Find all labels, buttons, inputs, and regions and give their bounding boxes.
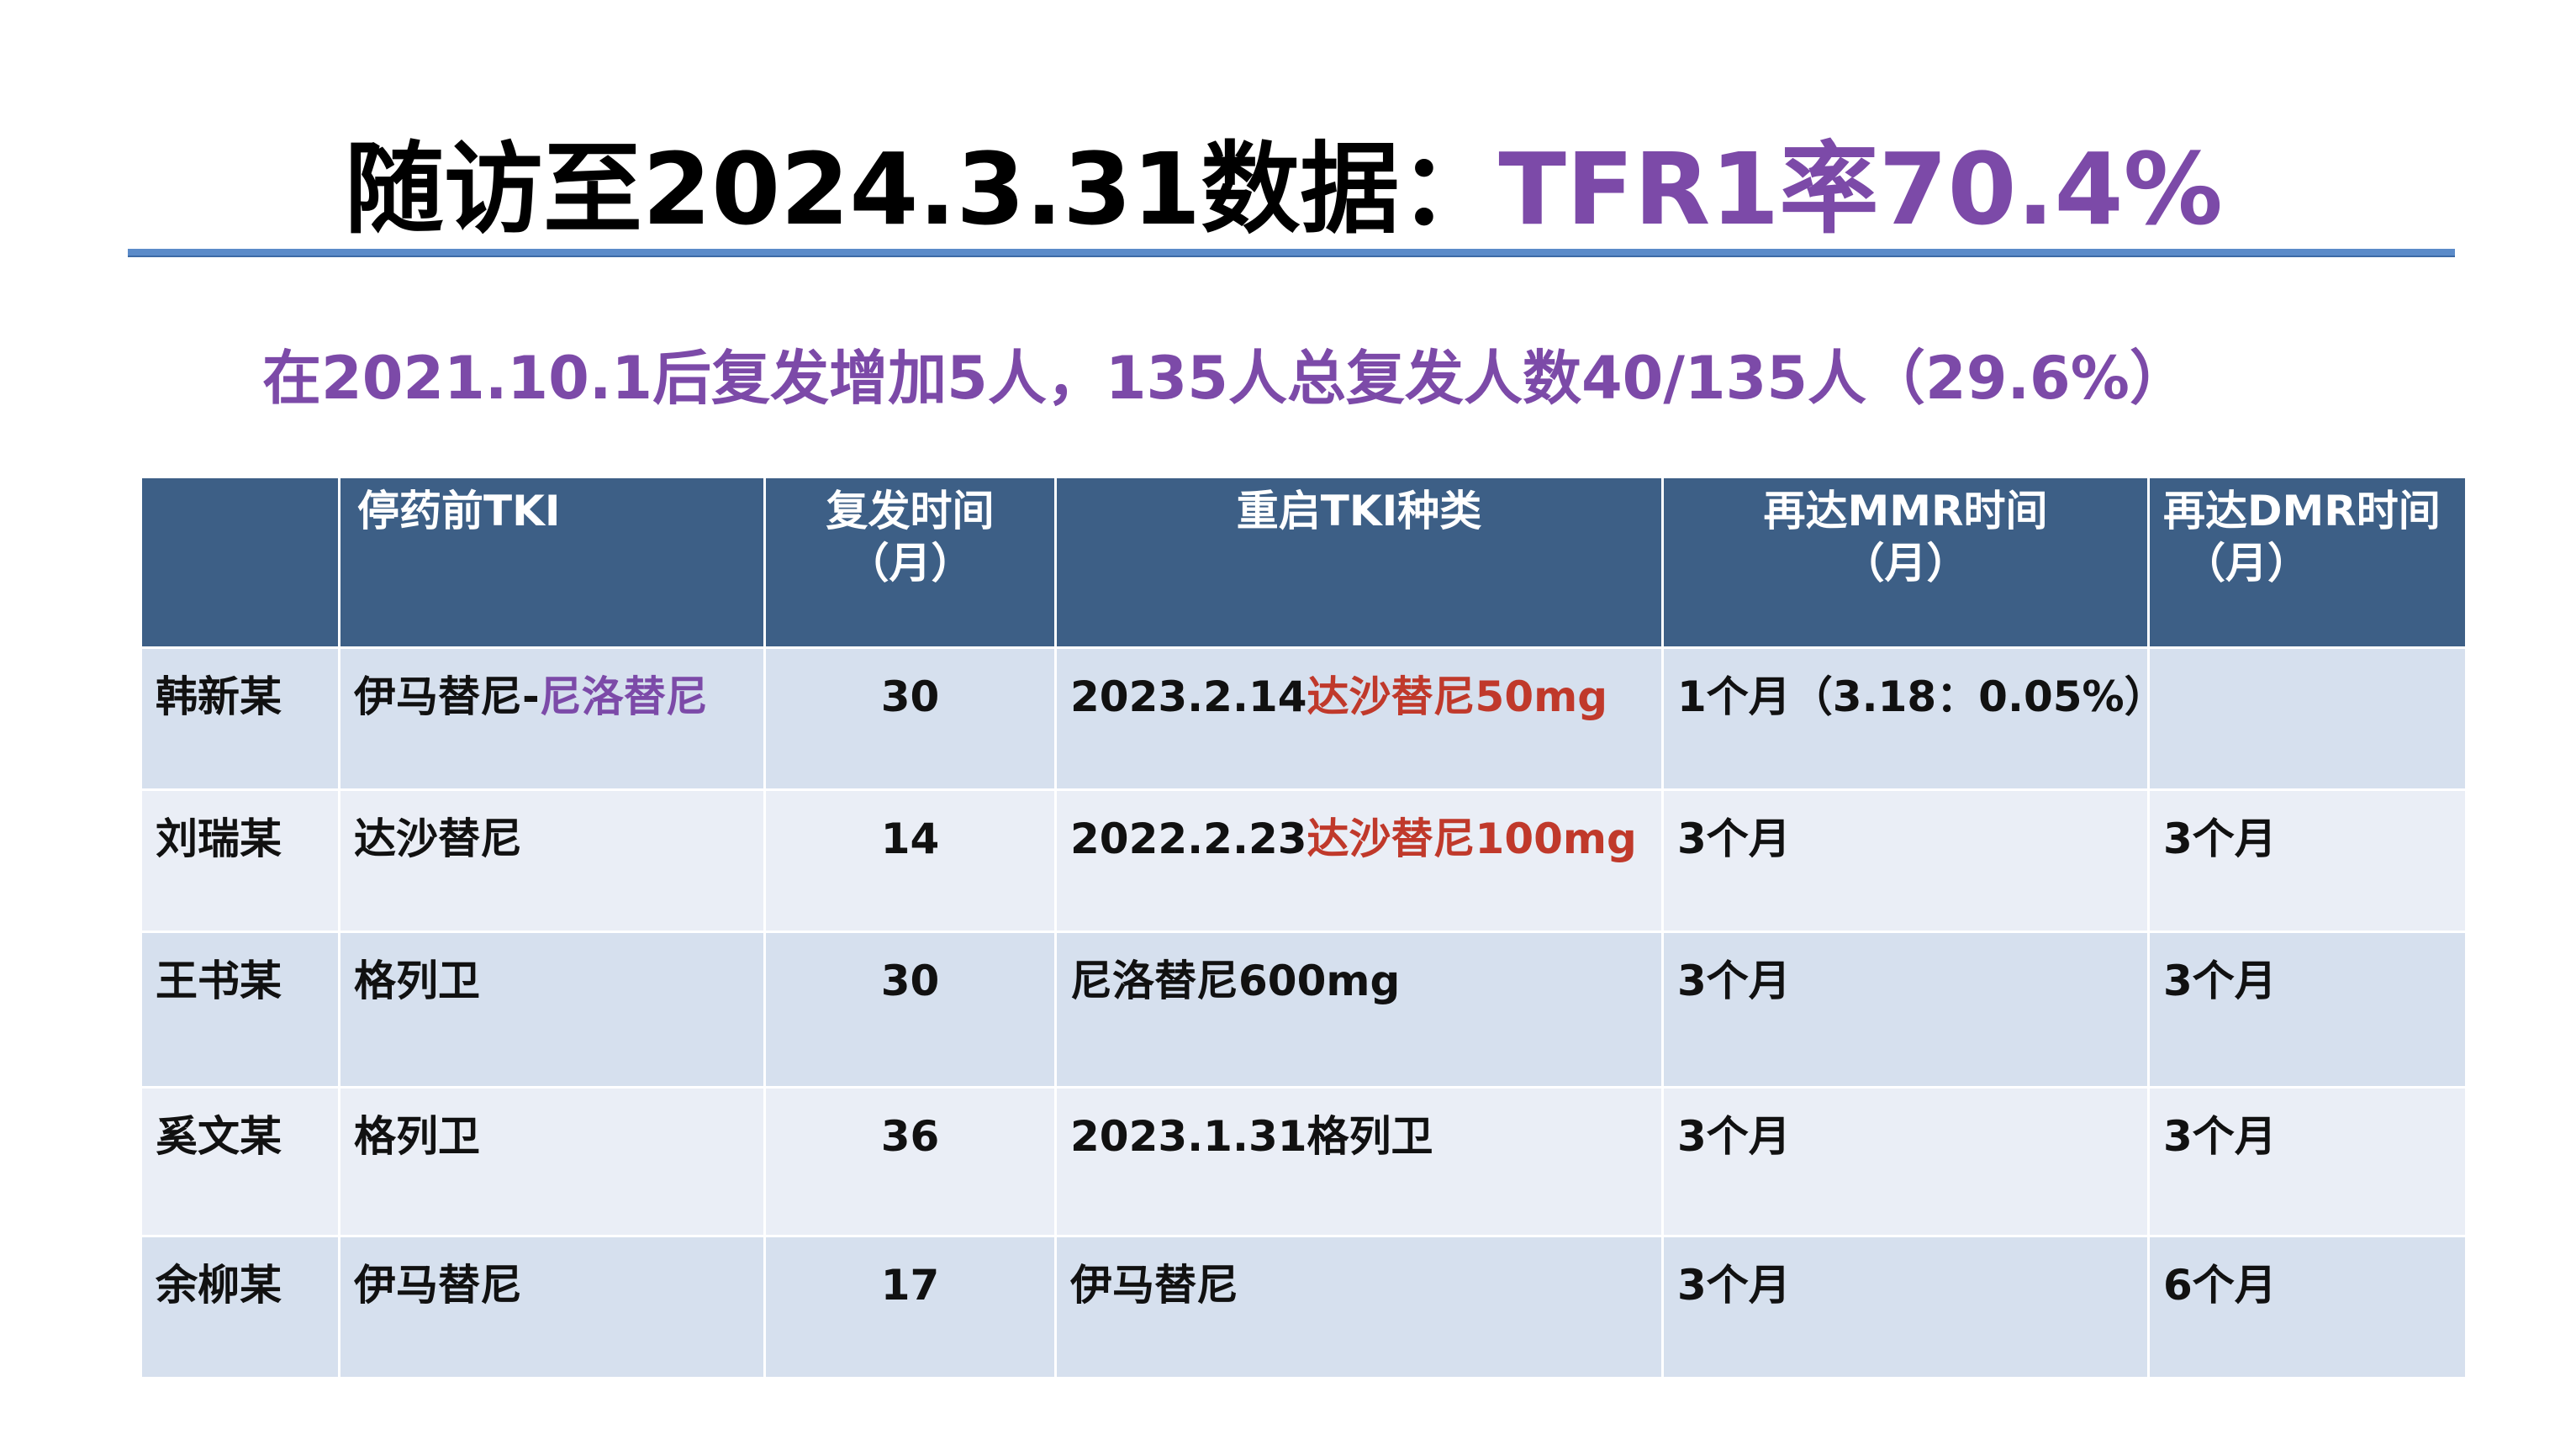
restart-date: 2022.2.23: [1070, 815, 1307, 863]
title-divider: [128, 249, 2455, 256]
slide: 随访至2024.3.31数据：TFR1率70.4% 在2021.10.1后复发增…: [0, 0, 2576, 1434]
restart-drug: 达沙替尼100mg: [1306, 815, 1637, 863]
title-highlight: TFR1率70.4%: [1498, 131, 2223, 247]
cell-relapse-time: 36: [763, 1086, 1057, 1237]
header-mmr-time-unit: （月）: [1842, 539, 1969, 588]
table-row: 刘瑞某 达沙替尼 14 2022.2.23达沙替尼100mg 3个月 3个月: [140, 788, 2468, 933]
cell-dmr-time: [2147, 646, 2468, 791]
header-relapse-time: 复发时间 （月）: [763, 476, 1057, 649]
header-mmr-time-label: 再达MMR时间: [1763, 487, 2048, 535]
prior-tki-second: 尼洛替尼: [539, 672, 708, 721]
cell-prior-tki: 达沙替尼: [338, 788, 766, 933]
cell-restart-tki: 伊马替尼: [1054, 1235, 1664, 1379]
cell-mmr-time: 1个月（3.18：0.05%）: [1661, 646, 2150, 791]
cell-relapse-time: 30: [763, 646, 1057, 791]
cell-dmr-time: 3个月: [2147, 931, 2468, 1089]
cell-name: 韩新某: [140, 646, 340, 791]
cell-prior-tki: 格列卫: [338, 931, 766, 1089]
cell-mmr-time: 3个月: [1661, 788, 2150, 933]
cell-restart-tki: 2023.1.31格列卫: [1054, 1086, 1664, 1237]
cell-dmr-time: 3个月: [2147, 1086, 2468, 1237]
cell-name: 刘瑞某: [140, 788, 340, 933]
header-prior-tki: 停药前TKI: [338, 476, 766, 649]
cell-mmr-time: 3个月: [1661, 1235, 2150, 1379]
cell-restart-tki: 2022.2.23达沙替尼100mg: [1054, 788, 1664, 933]
cell-mmr-time: 3个月: [1661, 1086, 2150, 1237]
header-restart-tki-label: 重启TKI种类: [1236, 487, 1482, 535]
header-dmr-time: 再达DMR时间 （月）: [2147, 476, 2468, 649]
cell-restart-tki: 2023.2.14达沙替尼50mg: [1054, 646, 1664, 791]
page-title: 随访至2024.3.31数据：TFR1率70.4%: [345, 126, 2223, 252]
cell-relapse-time: 30: [763, 931, 1057, 1089]
cell-relapse-time: 14: [763, 788, 1057, 933]
cell-name: 奚文某: [140, 1086, 340, 1237]
cell-restart-tki: 尼洛替尼600mg: [1054, 931, 1664, 1089]
header-name: [140, 476, 340, 649]
header-relapse-time-label: 复发时间: [826, 487, 995, 535]
cell-mmr-time: 3个月: [1661, 931, 2150, 1089]
subtitle: 在2021.10.1后复发增加5人，135人总复发人数40/135人（29.6%…: [262, 344, 2188, 413]
cell-prior-tki: 伊马替尼-尼洛替尼: [338, 646, 766, 791]
relapse-table: 停药前TKI 复发时间 （月） 重启TKI种类 再达MMR时间 （月） 再达DM…: [140, 476, 2468, 1379]
cell-name: 王书某: [140, 931, 340, 1089]
table-row: 王书某 格列卫 30 尼洛替尼600mg 3个月 3个月: [140, 931, 2468, 1089]
cell-dmr-time: 6个月: [2147, 1235, 2468, 1379]
table-row: 奚文某 格列卫 36 2023.1.31格列卫 3个月 3个月: [140, 1086, 2468, 1237]
prior-tki-separator: -: [522, 672, 540, 721]
table-header-row: 停药前TKI 复发时间 （月） 重启TKI种类 再达MMR时间 （月） 再达DM…: [140, 476, 2468, 649]
table-row: 韩新某 伊马替尼-尼洛替尼 30 2023.2.14达沙替尼50mg 1个月（3…: [140, 646, 2468, 791]
header-prior-tki-label: 停药前TKI: [357, 487, 561, 535]
cell-dmr-time: 3个月: [2147, 788, 2468, 933]
cell-name: 余柳某: [140, 1235, 340, 1379]
cell-prior-tki: 伊马替尼: [338, 1235, 766, 1379]
cell-relapse-time: 17: [763, 1235, 1057, 1379]
title-prefix: 随访至2024.3.31数据：: [345, 131, 1499, 247]
restart-date: 2023.2.14: [1070, 672, 1307, 721]
header-dmr-time-unit: （月）: [2183, 539, 2309, 588]
table-row: 余柳某 伊马替尼 17 伊马替尼 3个月 6个月: [140, 1235, 2468, 1379]
header-restart-tki: 重启TKI种类: [1054, 476, 1664, 649]
cell-prior-tki: 格列卫: [338, 1086, 766, 1237]
header-relapse-time-unit: （月）: [847, 539, 974, 588]
header-mmr-time: 再达MMR时间 （月）: [1661, 476, 2150, 649]
restart-drug: 达沙替尼50mg: [1306, 672, 1608, 721]
header-dmr-time-label: 再达DMR时间: [2163, 487, 2441, 535]
prior-tki-first: 伊马替尼: [354, 672, 522, 721]
